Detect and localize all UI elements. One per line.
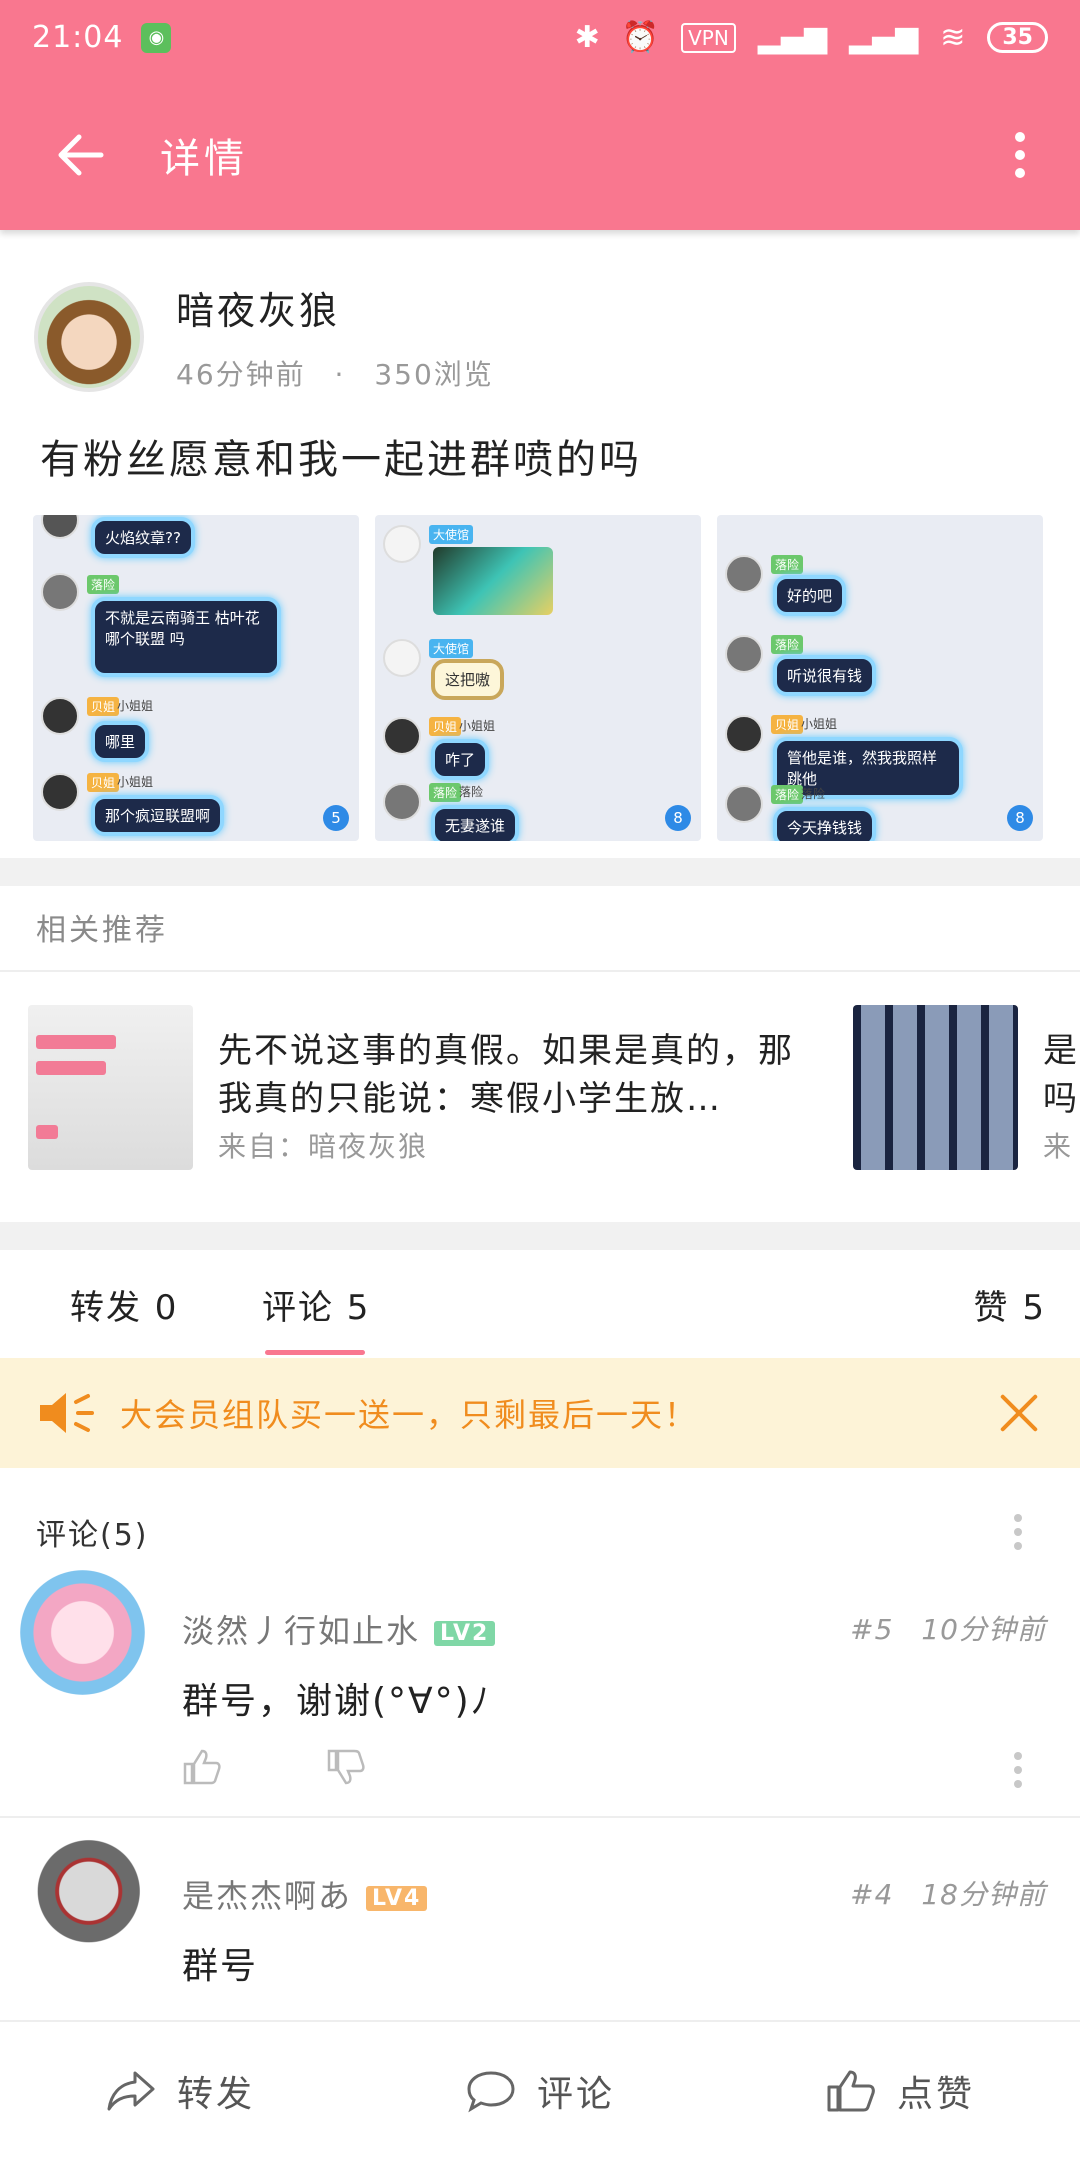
image-count-badge: 5 <box>323 805 349 831</box>
comments-more-button[interactable] <box>1012 1514 1024 1550</box>
post-images: 火焰纹章?? 落险 不就是云南骑王 枯叶花哪个联盟 吗 贝姐 小姐姐 哪里 贝姐… <box>0 485 1080 841</box>
thumbs-down-icon[interactable] <box>326 1748 366 1786</box>
repost-button[interactable]: 转发 <box>105 2065 255 2117</box>
banner-text: 大会员组队买一送一，只剩最后一天！ <box>120 1396 699 1434</box>
back-button[interactable] <box>40 115 120 195</box>
status-bar: 21:04 ◉ ✱ ⏰ VPN ▂▄▆ ▂▄▆ ≋ 35 <box>0 0 1080 75</box>
meta-separator: · <box>334 358 346 391</box>
level-badge: LV2 <box>434 1620 496 1646</box>
section-divider <box>0 1222 1080 1250</box>
related-text: 先不说这事的真假。如果是真的，那我真的只能说：寒假小学生放… <box>218 1031 794 1119</box>
speaker-icon <box>40 1393 94 1433</box>
post-meta: 46分钟前 · 350浏览 <box>176 353 494 393</box>
image-count-badge: 8 <box>665 805 691 831</box>
game-screenshot <box>433 547 553 615</box>
comment-divider <box>0 1816 1080 1818</box>
post-image[interactable]: 火焰纹章?? 落险 不就是云南骑王 枯叶花哪个联盟 吗 贝姐 小姐姐 哪里 贝姐… <box>33 515 359 841</box>
vpn-icon: VPN <box>681 22 736 53</box>
battery-icon: 35 <box>987 22 1048 53</box>
post-views: 350浏览 <box>374 358 494 391</box>
page-title: 详情 <box>160 136 248 182</box>
related-list: 先不说这事的真假。如果是真的，那我真的只能说：寒假小学生放… 来自：暗夜灰狼 是… <box>28 1005 1080 1175</box>
thumbs-up-icon[interactable] <box>182 1748 222 1786</box>
more-vert-icon <box>1015 132 1025 142</box>
related-item[interactable]: 先不说这事的真假。如果是真的，那我真的只能说：寒假小学生放… 来自：暗夜灰狼 <box>28 1005 828 1175</box>
close-icon[interactable] <box>994 1388 1044 1438</box>
wifi-icon: ≋ <box>940 20 966 55</box>
comment-button[interactable]: 评论 <box>465 2065 615 2117</box>
comment-author[interactable]: 淡然丿行如止水 LV2 <box>182 1606 496 1652</box>
post-image[interactable]: 落险 好的吧 落险 听说很有钱 贝姐 小姐姐 管他是谁，然我我照样跳他 落险 落… <box>717 515 1043 841</box>
arrow-left-icon <box>58 134 104 176</box>
related-source: 来自：暗夜灰狼 <box>218 1130 429 1163</box>
promo-banner[interactable]: 大会员组队买一送一，只剩最后一天！ <box>0 1358 1080 1468</box>
like-button[interactable]: 点赞 <box>825 2065 975 2117</box>
comment-text: 群号，谢谢(°∀°)ﾉ <box>182 1681 491 1722</box>
related-source: 来 <box>1043 1130 1074 1163</box>
related-text: 是吗 <box>1043 1031 1079 1119</box>
section-divider <box>0 858 1080 886</box>
status-icons: ✱ ⏰ VPN ▂▄▆ ▂▄▆ ≋ 35 <box>575 20 1048 55</box>
level-badge: LV4 <box>366 1885 428 1911</box>
related-thumbnail <box>28 1005 193 1170</box>
tab-comment[interactable]: 评论 5 <box>262 1280 370 1329</box>
app-bar: 21:04 ◉ ✱ ⏰ VPN ▂▄▆ ▂▄▆ ≋ 35 详情 <box>0 0 1080 230</box>
tab-like[interactable]: 赞 5 <box>974 1280 1046 1329</box>
author-name[interactable]: 暗夜灰狼 <box>176 280 494 335</box>
comment-more-button[interactable] <box>1012 1752 1024 1788</box>
author-info: 暗夜灰狼 46分钟前 · 350浏览 <box>176 280 494 393</box>
post-author[interactable]: 暗夜灰狼 46分钟前 · 350浏览 <box>0 230 1080 393</box>
related-divider <box>0 970 1080 972</box>
status-time: 21:04 <box>32 20 124 55</box>
share-icon <box>107 2071 155 2111</box>
bottom-action-bar: 转发 评论 点赞 <box>0 2020 1080 2160</box>
tab-bar: 转发 0 评论 5 赞 5 <box>0 1250 1080 1360</box>
more-options-button[interactable] <box>990 115 1050 195</box>
avatar[interactable] <box>34 281 144 392</box>
comment-meta: #4 18分钟前 <box>850 1878 1046 1911</box>
comment-meta: #5 10分钟前 <box>850 1613 1046 1646</box>
comment-author[interactable]: 是杰杰啊あ LV4 <box>182 1871 428 1917</box>
avatar[interactable] <box>20 1570 145 1695</box>
android-notification-icon: ◉ <box>141 22 172 53</box>
tab-repost[interactable]: 转发 0 <box>70 1280 178 1329</box>
post-image[interactable]: 大使馆 大使馆 这把嗷 贝姐 小姐姐 咋了 落险 落险 无妻遂谁 8 <box>375 515 701 841</box>
tab-indicator <box>265 1350 365 1355</box>
comment-icon <box>467 2071 515 2113</box>
related-thumbnail <box>853 1005 1018 1170</box>
bluetooth-icon: ✱ <box>574 20 600 55</box>
post: 暗夜灰狼 46分钟前 · 350浏览 有粉丝愿意和我一起进群喷的吗 火焰纹章??… <box>0 230 1080 841</box>
toolbar: 详情 <box>0 100 1080 210</box>
related-title: 相关推荐 <box>36 913 168 948</box>
thumbs-up-icon <box>827 2070 875 2112</box>
avatar[interactable] <box>20 1835 145 1960</box>
related-item[interactable]: 是吗 来 <box>853 1005 1080 1175</box>
image-count-badge: 8 <box>1007 805 1033 831</box>
post-text: 有粉丝愿意和我一起进群喷的吗 <box>40 437 642 483</box>
alarm-icon: ⏰ <box>621 20 660 55</box>
signal-icon-2: ▂▄▆ <box>849 20 919 55</box>
comments-header: 评论(5) <box>36 1518 149 1553</box>
post-detail-screen: 21:04 ◉ ✱ ⏰ VPN ▂▄▆ ▂▄▆ ≋ 35 详情 暗夜灰狼 46分… <box>0 0 1080 2160</box>
post-time: 46分钟前 <box>176 358 306 391</box>
signal-icon: ▂▄▆ <box>757 20 828 55</box>
comment-text: 群号 <box>182 1946 259 1987</box>
